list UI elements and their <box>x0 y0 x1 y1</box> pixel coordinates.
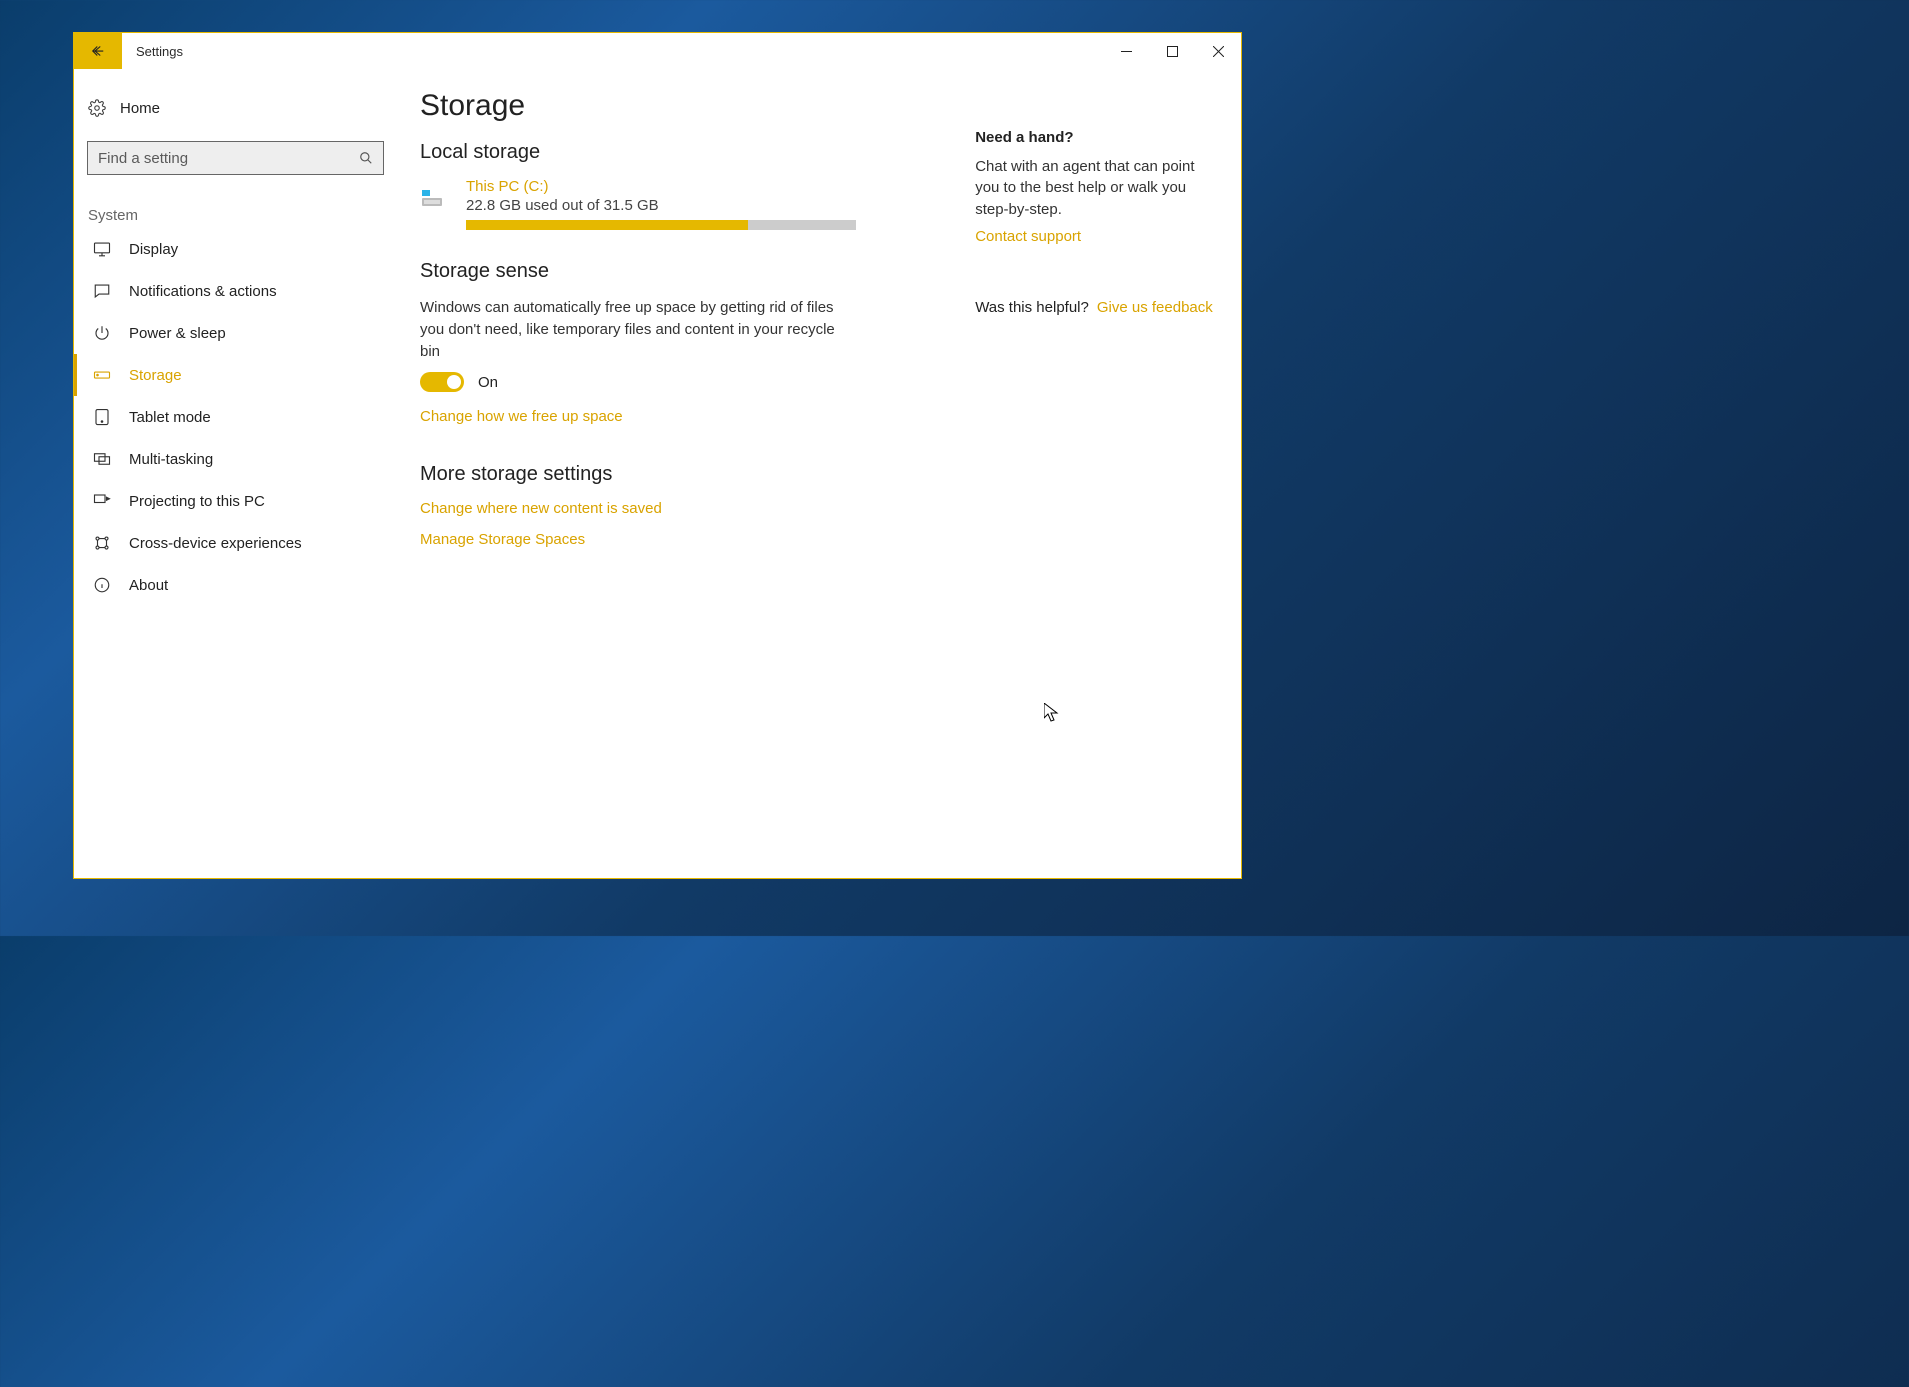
storage-sense-toggle-row: On <box>420 372 945 392</box>
give-feedback-link[interactable]: Give us feedback <box>1097 299 1213 316</box>
storage-sense-toggle-label: On <box>478 374 498 391</box>
window-body: Home System Display Notifications & acti… <box>74 69 1241 878</box>
message-icon <box>93 282 111 300</box>
sidebar-item-notifications[interactable]: Notifications & actions <box>74 270 398 312</box>
sidebar-item-about[interactable]: About <box>74 564 398 606</box>
sidebar-item-label: About <box>129 577 168 594</box>
tablet-icon <box>93 408 111 426</box>
sidebar-item-storage[interactable]: Storage <box>74 354 398 396</box>
storage-sense-toggle[interactable] <box>420 372 464 392</box>
minimize-icon <box>1121 46 1132 57</box>
maximize-icon <box>1167 46 1178 57</box>
drive-usage-text: 22.8 GB used out of 31.5 GB <box>466 197 945 214</box>
sidebar-item-projecting[interactable]: Projecting to this PC <box>74 480 398 522</box>
sidebar: Home System Display Notifications & acti… <box>74 69 398 878</box>
window-controls <box>1103 33 1241 69</box>
minimize-button[interactable] <box>1103 33 1149 69</box>
aside-column: Need a hand? Chat with an agent that can… <box>975 89 1213 858</box>
sidebar-item-tablet-mode[interactable]: Tablet mode <box>74 396 398 438</box>
help-text: Chat with an agent that can point you to… <box>975 156 1213 220</box>
help-heading: Need a hand? <box>975 129 1213 146</box>
sidebar-item-label: Display <box>129 241 178 258</box>
main-column: Storage Local storage This PC (C:) 22.8 … <box>420 89 945 858</box>
project-icon <box>93 492 111 510</box>
sidebar-category-label: System <box>88 207 398 224</box>
sidebar-item-display[interactable]: Display <box>74 228 398 270</box>
search-input[interactable] <box>98 150 359 167</box>
sidebar-item-label: Storage <box>129 367 182 384</box>
drive-icon <box>420 184 448 212</box>
drive-row[interactable]: This PC (C:) 22.8 GB used out of 31.5 GB <box>420 178 945 230</box>
local-storage-heading: Local storage <box>420 141 945 164</box>
monitor-icon <box>93 240 111 258</box>
sidebar-item-cross-device[interactable]: Cross-device experiences <box>74 522 398 564</box>
power-icon <box>93 324 111 342</box>
maximize-button[interactable] <box>1149 33 1195 69</box>
change-free-space-link[interactable]: Change how we free up space <box>420 408 623 425</box>
sidebar-item-label: Projecting to this PC <box>129 493 265 510</box>
storage-sense-heading: Storage sense <box>420 260 945 283</box>
home-button[interactable]: Home <box>74 89 398 127</box>
content-area: Storage Local storage This PC (C:) 22.8 … <box>398 69 1241 878</box>
drive-usage-bar-fill <box>466 220 748 230</box>
drive-usage-bar <box>466 220 856 230</box>
storage-sense-description: Windows can automatically free up space … <box>420 297 850 362</box>
more-storage-heading: More storage settings <box>420 463 945 486</box>
gear-icon <box>88 99 106 117</box>
feedback-question: Was this helpful? <box>975 299 1089 316</box>
home-label: Home <box>120 100 160 117</box>
sidebar-item-label: Power & sleep <box>129 325 226 342</box>
sidebar-item-label: Cross-device experiences <box>129 535 302 552</box>
search-box[interactable] <box>87 141 384 175</box>
sidebar-item-label: Tablet mode <box>129 409 211 426</box>
contact-support-link[interactable]: Contact support <box>975 228 1081 245</box>
close-icon <box>1213 46 1224 57</box>
titlebar: Settings <box>74 33 1241 69</box>
info-icon <box>93 576 111 594</box>
storage-icon <box>93 366 111 384</box>
settings-window: Settings Home Syst <box>73 32 1242 879</box>
page-title: Storage <box>420 89 945 123</box>
cross-device-icon <box>93 534 111 552</box>
change-content-save-link[interactable]: Change where new content is saved <box>420 500 662 517</box>
multitask-icon <box>93 450 111 468</box>
close-button[interactable] <box>1195 33 1241 69</box>
search-icon <box>359 151 373 165</box>
window-title: Settings <box>122 44 1103 59</box>
manage-storage-spaces-link[interactable]: Manage Storage Spaces <box>420 531 585 548</box>
sidebar-item-multitasking[interactable]: Multi-tasking <box>74 438 398 480</box>
toggle-knob <box>447 375 461 389</box>
sidebar-item-power-sleep[interactable]: Power & sleep <box>74 312 398 354</box>
back-button[interactable] <box>74 33 122 69</box>
arrow-left-icon <box>89 42 107 60</box>
sidebar-item-label: Notifications & actions <box>129 283 277 300</box>
drive-info: This PC (C:) 22.8 GB used out of 31.5 GB <box>466 178 945 230</box>
sidebar-item-label: Multi-tasking <box>129 451 213 468</box>
drive-name: This PC (C:) <box>466 178 945 195</box>
